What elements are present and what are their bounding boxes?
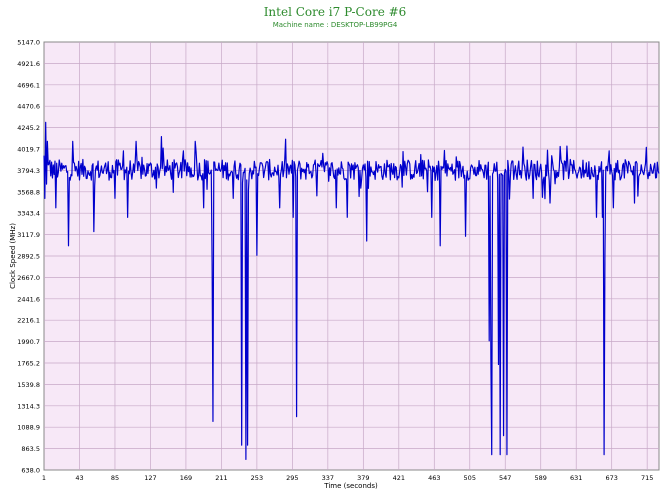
x-tick-label: 505 bbox=[464, 474, 476, 482]
y-tick-label: 1088.9 bbox=[17, 424, 40, 432]
x-tick-label: 85 bbox=[111, 474, 119, 482]
grid-lines bbox=[44, 42, 659, 470]
y-tick-label: 638.0 bbox=[21, 467, 40, 475]
y-tick-label: 2216.1 bbox=[17, 317, 40, 325]
y-tick-label: 863.5 bbox=[21, 445, 40, 453]
y-tick-label: 3343.4 bbox=[17, 210, 40, 218]
y-tick-label: 2667.0 bbox=[17, 274, 40, 282]
y-tick-label: 4019.7 bbox=[17, 146, 40, 154]
x-tick-label: 253 bbox=[251, 474, 263, 482]
x-tick-label: 211 bbox=[215, 474, 227, 482]
y-tick-label: 4921.6 bbox=[17, 60, 40, 68]
y-tick-labels: 5147.0 4921.6 4696.1 4470.6 4245.2 4019.7 3794… bbox=[17, 39, 40, 475]
x-axis-label: Time (seconds) bbox=[323, 482, 378, 490]
x-tick-label: 463 bbox=[428, 474, 440, 482]
x-tick-label: 337 bbox=[322, 474, 334, 482]
x-tick-label: 631 bbox=[570, 474, 582, 482]
y-axis-label: Clock Speed (MHz) bbox=[9, 223, 17, 289]
x-tick-label: 421 bbox=[393, 474, 405, 482]
x-tick-label: 379 bbox=[357, 474, 369, 482]
y-tick-label: 1539.8 bbox=[17, 381, 40, 389]
x-tick-label: 1 bbox=[42, 474, 46, 482]
x-tick-label: 673 bbox=[605, 474, 617, 482]
y-tick-label: 2441.6 bbox=[17, 295, 40, 303]
y-tick-label: 4245.2 bbox=[17, 124, 40, 132]
clock-speed-chart: 5147.04921.64696.14470.64245.24019.73794… bbox=[9, 39, 660, 490]
y-tick-label: 1990.7 bbox=[17, 338, 40, 346]
y-tick-label: 4470.6 bbox=[17, 103, 40, 111]
x-tick-label: 715 bbox=[641, 474, 653, 482]
x-tick-label: 127 bbox=[144, 474, 156, 482]
x-tick-label: 547 bbox=[499, 474, 511, 482]
y-tick-label: 4696.1 bbox=[17, 81, 40, 89]
y-tick-label: 1314.3 bbox=[17, 402, 40, 410]
x-tick-labels: 1 43 85 127 169 211 253 295 337 379 421 463 505 547 58… bbox=[42, 474, 653, 482]
y-tick-label: 2892.5 bbox=[17, 253, 40, 261]
x-tick-label: 589 bbox=[535, 474, 547, 482]
y-tick-label: 3117.9 bbox=[17, 231, 40, 239]
x-tick-label: 295 bbox=[286, 474, 298, 482]
y-tick-label: 1765.2 bbox=[17, 360, 40, 368]
y-tick-label: 3794.3 bbox=[17, 167, 40, 175]
y-tick-label: 5147.0 bbox=[17, 39, 40, 47]
x-tick-label: 169 bbox=[180, 474, 192, 482]
y-tick-label: 3568.8 bbox=[17, 188, 40, 196]
x-tick-label: 43 bbox=[75, 474, 83, 482]
